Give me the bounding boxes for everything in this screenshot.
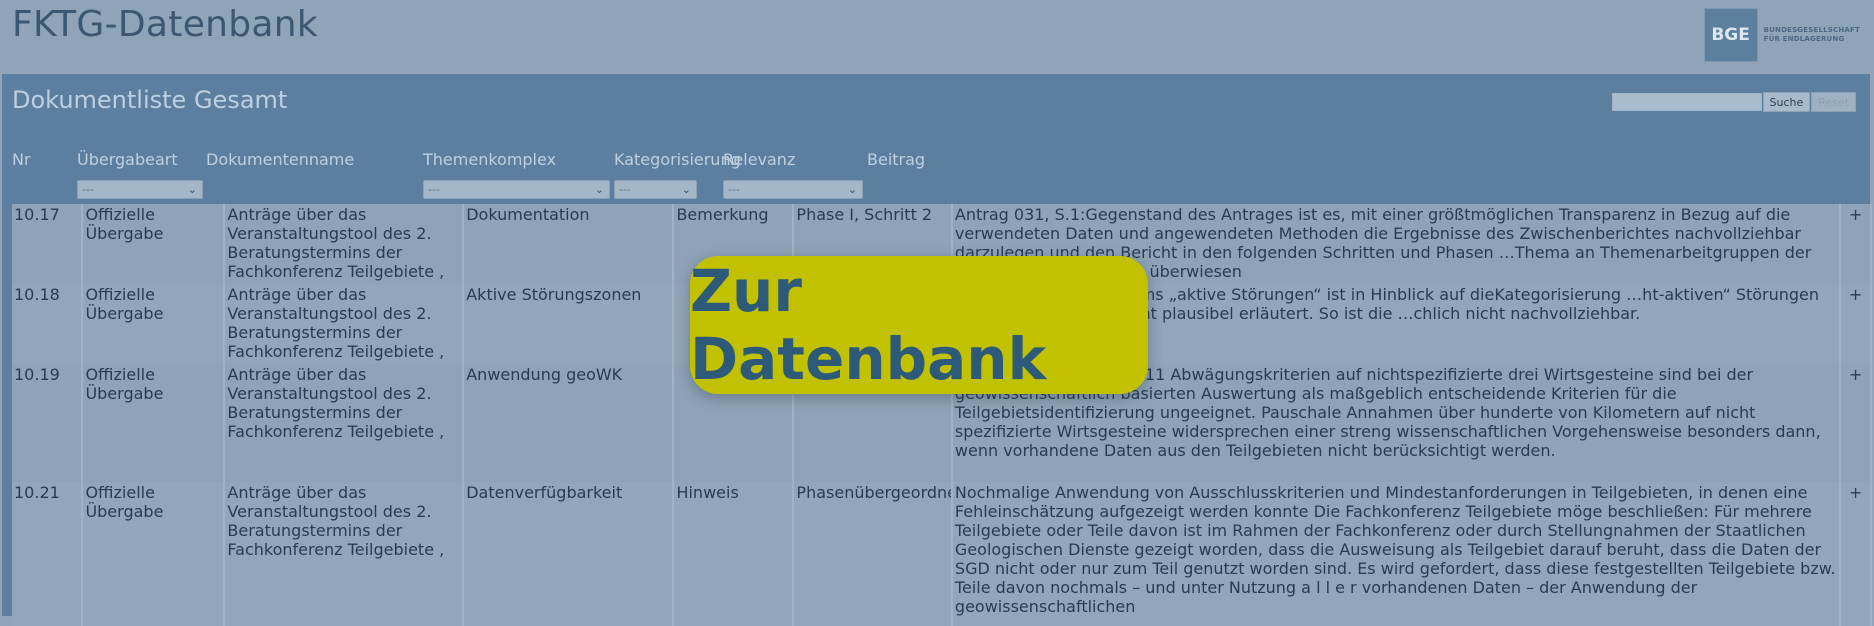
search-bar: Suche Reset [1611,92,1856,112]
logo-line-2: FÜR ENDLAGERUNG [1763,35,1845,43]
filter-uebergabeart-select[interactable]: --- ⌄ [77,180,203,199]
bge-logo[interactable]: BGE BUNDESGESELLSCHAFT FÜR ENDLAGERUNG [1703,8,1860,62]
filter-relevanz-value: --- [728,183,740,196]
column-header-nr[interactable]: Nr [12,150,31,169]
column-header-dokumentenname[interactable]: Dokumentenname [206,150,354,169]
cell-dokumentenname: Anträge über das Veranstaltungstool des … [224,204,465,284]
chevron-down-icon: ⌄ [187,183,197,196]
cell-nr: 10.17 [12,204,84,284]
reset-button[interactable]: Reset [1811,92,1856,112]
cell-uebergabeart: Offizielle Übergabe [82,284,226,364]
filter-themenkomplex-select[interactable]: --- ⌄ [423,180,610,199]
column-header-relevanz[interactable]: Relevanz [723,150,795,169]
cell-dokumentenname: Anträge über das Veranstaltungstool des … [224,364,465,482]
cell-dokumentenname: Anträge über das Veranstaltungstool des … [224,482,465,626]
cell-themenkomplex: Anwendung geoWK [463,364,675,482]
panel-title: Dokumentliste Gesamt [12,86,288,114]
search-input[interactable] [1611,93,1762,111]
cell-uebergabeart: Offizielle Übergabe [82,204,226,284]
cell-relevanz: Phasenübergeordnet [793,482,953,626]
cell-themenkomplex: Datenverfügbarkeit [463,482,675,626]
cell-nr: 10.21 [12,482,84,626]
search-button[interactable]: Suche [1762,92,1811,112]
logo-line-1: BUNDESGESELLSCHAFT [1763,26,1860,34]
chevron-down-icon: ⌄ [847,183,857,196]
column-header-themenkomplex[interactable]: Themenkomplex [423,150,556,169]
expand-row-button[interactable]: + [1840,364,1872,482]
logo-text: BUNDESGESELLSCHAFT FÜR ENDLAGERUNG [1764,26,1860,44]
filter-kategorisierung-value: --- [619,183,631,196]
expand-row-button[interactable]: + [1840,204,1872,284]
filter-uebergabeart-value: --- [82,183,94,196]
cell-themenkomplex: Dokumentation [463,204,675,284]
column-header-beitrag[interactable]: Beitrag [867,150,925,169]
expand-row-button[interactable]: + [1840,284,1872,364]
chevron-down-icon: ⌄ [681,183,691,196]
cell-themenkomplex: Aktive Störungszonen [463,284,675,364]
cell-beitrag: Nochmalige Anwendung von Ausschlusskrite… [951,482,1842,626]
column-header-uebergabeart[interactable]: Übergabeart [77,150,178,169]
chevron-down-icon: ⌄ [594,183,604,196]
logo-mark: BGE [1703,8,1758,62]
cell-kategorisierung: Hinweis [673,482,795,626]
column-header-kategorisierung[interactable]: Kategorisierung [614,150,741,169]
cell-uebergabeart: Offizielle Übergabe [82,364,226,482]
zur-datenbank-button[interactable]: Zur Datenbank [690,256,1148,394]
cell-uebergabeart: Offizielle Übergabe [82,482,226,626]
filter-relevanz-select[interactable]: --- ⌄ [723,180,863,199]
cell-nr: 10.18 [12,284,84,364]
cell-nr: 10.19 [12,364,84,482]
filter-themenkomplex-value: --- [428,183,440,196]
table-row[interactable]: 10.21 Offizielle Übergabe Anträge über d… [12,482,1872,626]
expand-row-button[interactable]: + [1840,482,1872,626]
app-title: FKTG-Datenbank [12,4,319,45]
filter-kategorisierung-select[interactable]: --- ⌄ [614,180,697,199]
cell-dokumentenname: Anträge über das Veranstaltungstool des … [224,284,465,364]
